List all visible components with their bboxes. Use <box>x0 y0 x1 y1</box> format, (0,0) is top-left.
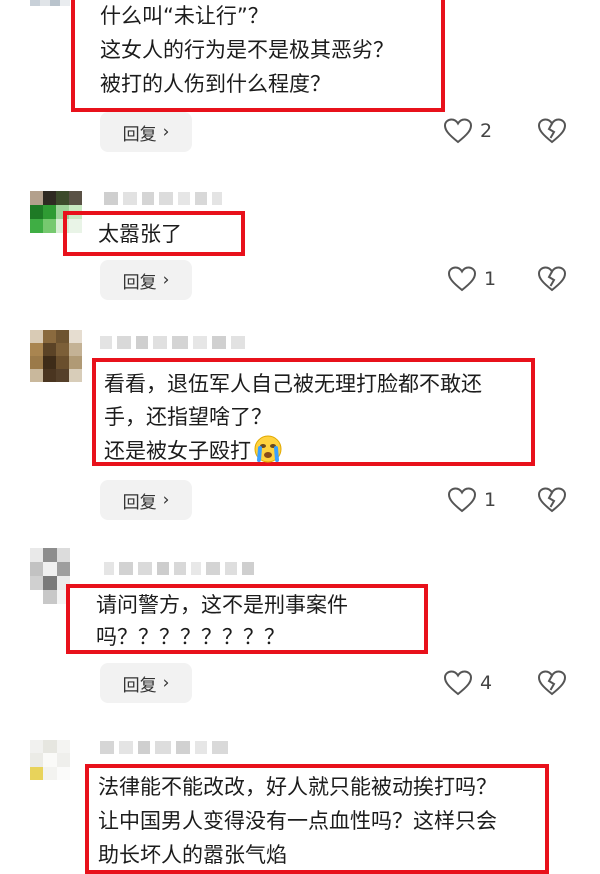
comment-text-line: 手，还指望啥了？ <box>104 405 272 429</box>
reply-button[interactable]: 回复 › <box>100 260 192 300</box>
broken-heart-icon[interactable] <box>538 670 566 696</box>
username-blurred[interactable] <box>100 741 228 754</box>
like-count: 1 <box>484 268 497 290</box>
chevron-right-icon: › <box>162 673 170 693</box>
reply-label: 回复 <box>122 492 157 513</box>
broken-heart-icon[interactable] <box>538 487 566 513</box>
comment-text-line: 这女人的行为是不是极其恶劣？ <box>100 38 394 62</box>
chevron-right-icon: › <box>162 270 170 290</box>
like-count: 2 <box>480 120 493 142</box>
comment-text-line: 太嚣张了 <box>98 222 182 246</box>
chevron-right-icon: › <box>162 490 170 510</box>
comment-text-line: 吗？？？？？？？？ <box>96 625 285 649</box>
heart-outline-icon <box>444 118 472 144</box>
reply-label: 回复 <box>122 675 157 696</box>
username-blurred[interactable] <box>104 192 222 205</box>
chevron-right-icon: › <box>162 122 170 142</box>
comment-text-line: 请问警方，这不是刑事案件 <box>96 593 348 617</box>
like-count: 4 <box>480 672 493 694</box>
reply-label: 回复 <box>122 124 157 145</box>
broken-heart-icon[interactable] <box>538 266 566 292</box>
comment-text-line: 助长坏人的嚣张气焰 <box>98 843 287 867</box>
username-blurred[interactable] <box>104 562 254 575</box>
comment-text-line: 被打的人伤到什么程度？ <box>100 72 331 96</box>
username-blurred[interactable] <box>100 336 245 349</box>
like-button[interactable]: 4 <box>444 670 492 696</box>
reply-button[interactable]: 回复 › <box>100 663 192 703</box>
reply-button[interactable]: 回复 › <box>100 480 192 520</box>
comment-text-line: 看看，退伍军人自己被无理打脸都不敢还 <box>104 372 482 396</box>
comment-text-line: 什么叫“未让行”？ <box>100 4 269 28</box>
avatar[interactable] <box>30 548 70 604</box>
like-button[interactable]: 1 <box>448 487 496 513</box>
like-count: 1 <box>484 489 497 511</box>
comment-text: 还是被女子殴打 <box>104 439 251 463</box>
reply-label: 回复 <box>122 272 157 293</box>
heart-outline-icon <box>448 487 476 513</box>
comment-text-line: 还是被女子殴打 <box>104 434 283 467</box>
avatar[interactable] <box>30 740 70 780</box>
like-button[interactable]: 2 <box>444 118 492 144</box>
reply-button[interactable]: 回复 › <box>100 112 192 152</box>
comment-text-line: 让中国男人变得没有一点血性吗？这样只会 <box>98 809 497 833</box>
crying-face-emoji <box>254 435 282 463</box>
avatar[interactable] <box>30 0 70 6</box>
like-button[interactable]: 1 <box>448 266 496 292</box>
heart-outline-icon <box>448 266 476 292</box>
avatar[interactable] <box>30 330 82 382</box>
comment-text-line: 法律能不能改改，好人就只能被动挨打吗？ <box>98 775 497 799</box>
heart-outline-icon <box>444 670 472 696</box>
broken-heart-icon[interactable] <box>538 118 566 144</box>
